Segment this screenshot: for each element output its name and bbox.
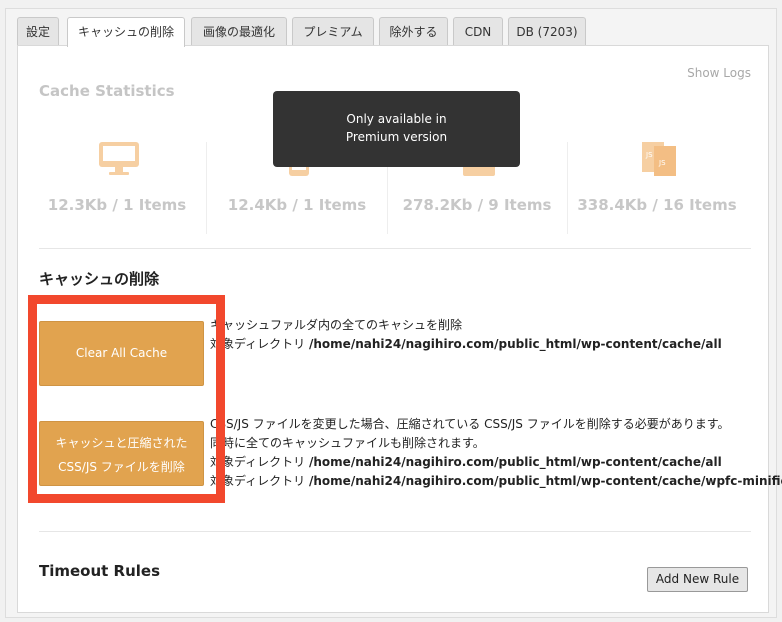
show-logs-link[interactable]: Show Logs <box>687 66 751 80</box>
clear-all-desc-line1: キャッシュファルダ内の全てのキャシュを削除 <box>210 318 463 332</box>
delete-cache-title: キャッシュの削除 <box>39 270 160 288</box>
timeout-rules-title: Timeout Rules <box>39 562 161 580</box>
premium-tooltip: Only available in Premium version <box>273 91 520 167</box>
clear-all-desc-line2: 対象ディレクトリ /home/nahi24/nagihiro.com/publi… <box>210 337 722 351</box>
divider <box>39 248 751 249</box>
premium-tooltip-line2: Premium version <box>345 130 448 144</box>
clear-cache-and-minified-button[interactable]: キャッシュと圧縮された CSS/JS ファイルを削除 <box>39 421 204 486</box>
cache-statistics-title: Cache Statistics <box>39 82 175 100</box>
divider <box>39 531 751 532</box>
stat-images-value: 278.2Kb / 9 Items <box>402 196 552 214</box>
min-desc-line4: 対象ディレクトリ /home/nahi24/nagihiro.com/publi… <box>210 474 782 488</box>
css-js-icon: JS JS <box>642 142 676 176</box>
svg-text:JS: JS <box>645 151 653 159</box>
cache-panel: Show Logs Cache Statistics 12.3Kb / 1 It… <box>17 45 782 613</box>
svg-text:JS: JS <box>658 159 666 167</box>
stat-desktop: 12.3Kb / 1 Items <box>27 142 207 230</box>
min-desc-line3: 対象ディレクトリ /home/nahi24/nagihiro.com/publi… <box>210 455 722 469</box>
tab-delete-cache[interactable]: キャッシュの削除 <box>67 17 185 47</box>
min-desc-line1: CSS/JS ファイルを変更した場合、圧縮されている CSS/JS ファイルを削… <box>210 417 730 431</box>
tab-premium[interactable]: プレミアム <box>292 17 374 46</box>
stat-mobile-value: 12.4Kb / 1 Items <box>227 196 367 214</box>
add-new-rule-button[interactable]: Add New Rule <box>647 567 748 592</box>
settings-wrapper: 設定 キャッシュの削除 画像の最適化 プレミアム 除外する CDN DB (72… <box>5 8 782 618</box>
tab-settings[interactable]: 設定 <box>17 17 59 46</box>
tab-exclude[interactable]: 除外する <box>379 17 448 46</box>
clear-minified-label-line1: キャッシュと圧縮された <box>55 436 188 450</box>
clear-minified-label-line2: CSS/JS ファイルを削除 <box>58 460 185 474</box>
clear-all-description: キャッシュファルダ内の全てのキャシュを削除 対象ディレクトリ /home/nah… <box>210 316 722 354</box>
clear-all-cache-button[interactable]: Clear All Cache <box>39 321 204 386</box>
tab-image-optimization[interactable]: 画像の最適化 <box>191 17 287 46</box>
desktop-icon <box>99 142 139 175</box>
tab-cdn[interactable]: CDN <box>453 17 503 46</box>
clear-minified-description: CSS/JS ファイルを変更した場合、圧縮されている CSS/JS ファイルを削… <box>210 415 782 491</box>
stat-css-js-value: 338.4Kb / 16 Items <box>577 196 737 214</box>
stat-desktop-value: 12.3Kb / 1 Items <box>47 196 187 214</box>
stat-css-js: JS JS 338.4Kb / 16 Items <box>567 142 747 230</box>
tab-db[interactable]: DB (7203) <box>508 17 586 46</box>
premium-tooltip-line1: Only available in <box>346 112 447 126</box>
min-desc-line2: 同時に全てのキャッシュファイルも削除されます。 <box>210 436 485 450</box>
